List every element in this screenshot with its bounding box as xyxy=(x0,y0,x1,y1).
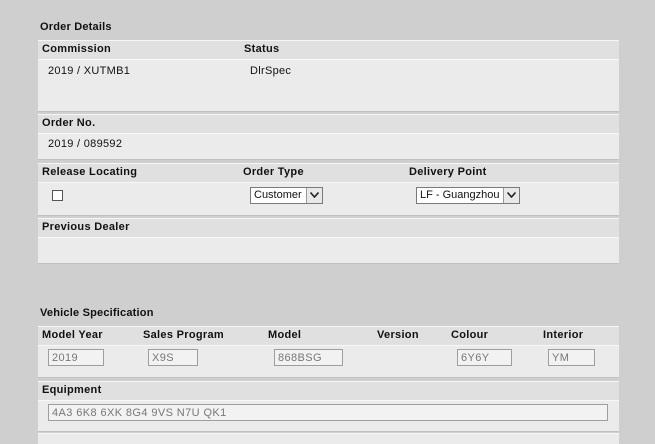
release-locating-checkbox[interactable] xyxy=(52,190,63,201)
chevron-down-icon[interactable] xyxy=(503,188,519,203)
delivery-point-select[interactable]: LF - Guangzhou xyxy=(416,187,520,204)
colour-label: Colour xyxy=(451,329,489,341)
model-label: Model xyxy=(268,329,302,341)
commission-label: Commission xyxy=(42,43,112,55)
vehicle-specification-title: Vehicle Specification xyxy=(40,307,154,319)
delivery-point-label: Delivery Point xyxy=(409,166,487,178)
equipment-header: Equipment xyxy=(38,381,619,401)
release-locating-label: Release Locating xyxy=(42,166,138,178)
version-label: Version xyxy=(377,329,419,341)
sales-program-field[interactable]: X9S xyxy=(148,349,198,366)
previous-dealer-header: Previous Dealer xyxy=(38,218,619,238)
equipment-label: Equipment xyxy=(42,384,102,396)
status-value: DlrSpec xyxy=(250,65,292,77)
previous-dealer-label: Previous Dealer xyxy=(42,221,130,233)
order-details-title: Order Details xyxy=(40,21,112,33)
order-no-row: 2019 / 089592 xyxy=(38,133,619,160)
colour-field[interactable]: 6Y6Y xyxy=(457,349,512,366)
locating-type-delivery-header: Release Locating Order Type Delivery Poi… xyxy=(38,163,619,183)
order-no-label: Order No. xyxy=(42,117,96,129)
equipment-row: 4A3 6K8 6XK 8G4 9VS N7U QK1 xyxy=(38,400,619,432)
locating-type-delivery-row: Customer LF - Guangzhou xyxy=(38,182,619,216)
order-no-header: Order No. xyxy=(38,114,619,134)
commission-status-row: 2019 / XUTMB1 DlrSpec xyxy=(38,59,619,112)
order-type-selected: Customer xyxy=(254,189,302,201)
commission-status-header: Commission Status xyxy=(38,40,619,60)
chevron-down-icon[interactable] xyxy=(306,188,322,203)
interior-field[interactable]: YM xyxy=(548,349,595,366)
model-year-label: Model Year xyxy=(42,329,103,341)
interior-label: Interior xyxy=(543,329,584,341)
order-no-value: 2019 / 089592 xyxy=(48,138,123,150)
sales-program-label: Sales Program xyxy=(143,329,224,341)
model-field[interactable]: 868BSG xyxy=(274,349,343,366)
vehicle-spec-row: 2019 X9S 868BSG 6Y6Y YM xyxy=(38,345,619,378)
delivery-point-selected: LF - Guangzhou xyxy=(420,189,500,201)
order-type-label: Order Type xyxy=(243,166,304,178)
vehicle-spec-header: Model Year Sales Program Model Version C… xyxy=(38,326,619,346)
commission-value: 2019 / XUTMB1 xyxy=(48,65,131,77)
equipment-field[interactable]: 4A3 6K8 6XK 8G4 9VS N7U QK1 xyxy=(48,404,608,421)
next-row-partial xyxy=(38,433,619,444)
order-type-select[interactable]: Customer xyxy=(250,187,323,204)
model-year-field[interactable]: 2019 xyxy=(48,349,104,366)
status-label: Status xyxy=(244,43,280,55)
previous-dealer-row xyxy=(38,237,619,264)
